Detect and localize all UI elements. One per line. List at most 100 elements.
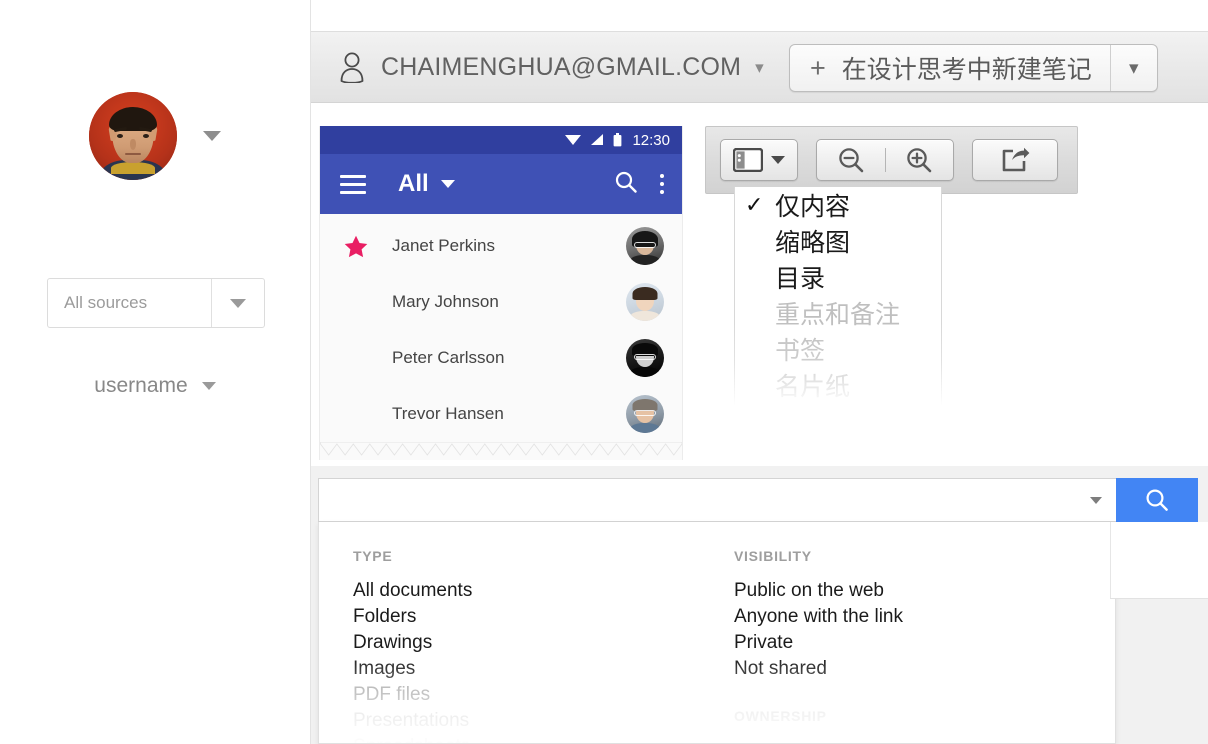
menu-item-label: 名片纸 [775, 373, 851, 401]
zoom-button-group [816, 139, 954, 181]
spock-avatar[interactable] [89, 92, 177, 180]
filter-item-pdf-files[interactable]: PDF files [353, 682, 734, 708]
checkmark-icon: ✓ [745, 192, 764, 217]
search-panel: TYPE All documents Folders Drawings Imag… [311, 466, 1208, 744]
table-row[interactable]: Mary Johnson [320, 274, 682, 330]
avatar-eye-left [117, 134, 123, 138]
menu-item-label: 书签 [775, 337, 826, 365]
android-contacts-card: 12:30 All Janet Perkins Mary Johnson Pet… [319, 126, 683, 460]
filter-item-all-documents[interactable]: All documents [353, 578, 734, 604]
star-icon[interactable] [320, 235, 392, 258]
battery-icon [613, 133, 622, 147]
person-icon [340, 52, 364, 83]
hamburger-menu-icon[interactable] [340, 170, 366, 199]
table-row[interactable]: Janet Perkins [320, 218, 682, 274]
caret-down-icon [771, 156, 785, 164]
app-canvas: All sources username CHAIMENGHUA@GMAIL.C… [0, 0, 1208, 744]
chevron-down-icon[interactable]: ▾ [755, 59, 764, 76]
caret-down-icon[interactable] [440, 180, 455, 188]
zoom-out-icon [838, 148, 864, 173]
menu-item-label: 仅内容 [775, 193, 851, 221]
share-icon [1002, 147, 1030, 172]
app-bar-title[interactable]: All [398, 170, 429, 198]
menu-item-contact-sheet: 名片纸 [735, 367, 941, 403]
account-header-bar: CHAIMENGHUA@GMAIL.COM ▾ + 在设计思考中新建笔记 ▾ [311, 31, 1208, 103]
zoom-in-button[interactable] [886, 140, 954, 180]
menu-item-thumbnails[interactable]: 缩略图 [735, 223, 941, 259]
search-field-wrapper[interactable] [318, 478, 1116, 522]
filter-item-images[interactable]: Images [353, 656, 734, 682]
share-button[interactable] [972, 139, 1058, 181]
avatar [626, 339, 664, 377]
menu-item-content-only[interactable]: ✓ 仅内容 [735, 187, 941, 223]
contact-name: Mary Johnson [392, 292, 499, 311]
all-sources-select[interactable]: All sources [47, 278, 265, 328]
menu-item-table-of-contents[interactable]: 目录 [735, 259, 941, 295]
filter-item-spreadsheets[interactable]: Spreadsheets [353, 734, 734, 743]
contact-name: Janet Perkins [392, 236, 495, 255]
status-time: 12:30 [632, 131, 670, 149]
search-button[interactable] [1116, 478, 1198, 522]
search-filters-dropdown: TYPE All documents Folders Drawings Imag… [318, 522, 1116, 744]
username-label: username [94, 374, 188, 397]
search-icon[interactable] [614, 170, 638, 199]
account-identity[interactable]: CHAIMENGHUA@GMAIL.COM ▾ [337, 51, 764, 83]
signal-icon [590, 134, 604, 146]
caret-down-icon[interactable] [203, 131, 221, 141]
filter-heading: VISIBILITY [734, 548, 812, 564]
table-row[interactable]: Trevor Hansen [320, 386, 682, 442]
filter-heading: TYPE [353, 548, 393, 564]
menu-item-label: 目录 [775, 265, 826, 293]
right-panel-divider [1110, 598, 1208, 599]
avatar-nose [130, 139, 136, 150]
android-app-bar: All [320, 154, 682, 214]
filter-item-folders[interactable]: Folders [353, 604, 734, 630]
filters-columns: TYPE All documents Folders Drawings Imag… [319, 522, 1115, 743]
table-row[interactable]: Peter Carlsson [320, 330, 682, 386]
menu-item-highlights-notes: 重点和备注 [735, 295, 941, 331]
caret-down-icon [201, 382, 216, 390]
search-icon [1146, 489, 1168, 511]
contact-name: Trevor Hansen [392, 404, 504, 423]
zoom-out-button[interactable] [817, 140, 885, 180]
search-row [318, 478, 1198, 522]
menu-item-bookmarks: 书签 [735, 331, 941, 367]
all-sources-value: All sources [64, 293, 148, 312]
filter-item-private[interactable]: Private [734, 630, 1115, 656]
avatar-eye-right [143, 134, 149, 138]
contact-list: Janet Perkins Mary Johnson Peter Carlsso… [320, 214, 682, 442]
account-email: CHAIMENGHUA@GMAIL.COM [381, 52, 742, 81]
avatar [626, 395, 664, 433]
new-note-button-main[interactable]: + 在设计思考中新建笔记 [790, 45, 1110, 91]
filter-item-drawings[interactable]: Drawings [353, 630, 734, 656]
filter-item-presentations[interactable]: Presentations [353, 708, 734, 734]
filter-column-visibility: VISIBILITY Public on the web Anyone with… [734, 548, 1115, 743]
plus-icon: + [810, 52, 826, 83]
caret-down-icon [230, 298, 246, 308]
mac-toolbar [705, 126, 1078, 194]
filter-item-anyone-with-the-link[interactable]: Anyone with the link [734, 604, 1115, 630]
username-dropdown[interactable]: username [0, 374, 310, 398]
avatar-row [0, 92, 310, 180]
filter-column-type: TYPE All documents Folders Drawings Imag… [353, 548, 734, 743]
new-note-button[interactable]: + 在设计思考中新建笔记 ▾ [789, 44, 1158, 92]
contact-name: Peter Carlsson [392, 348, 505, 367]
menu-item-label: 重点和备注 [775, 301, 901, 329]
menu-item-label: 缩略图 [775, 229, 851, 257]
left-rail: All sources username [0, 0, 310, 744]
new-note-dropdown-button[interactable]: ▾ [1109, 45, 1157, 91]
filter-heading-ownership: OWNERSHIP [734, 708, 827, 724]
avatar-mouth [125, 153, 141, 155]
avatar [626, 227, 664, 265]
torn-paper-edge [320, 442, 682, 456]
all-sources-dropdown-button[interactable] [211, 279, 264, 327]
android-status-bar: 12:30 [320, 126, 682, 154]
sidebar-view-button[interactable] [720, 139, 798, 181]
filter-item-not-shared[interactable]: Not shared [734, 656, 1115, 682]
filter-item-public-on-the-web[interactable]: Public on the web [734, 578, 1115, 604]
view-dropdown-menu: ✓ 仅内容 缩略图 目录 重点和备注 书签 名片纸 [734, 187, 942, 406]
caret-down-icon[interactable] [1090, 496, 1102, 504]
overflow-menu-icon[interactable] [660, 174, 664, 194]
new-note-label: 在设计思考中新建笔记 [841, 56, 1092, 84]
wifi-icon [565, 134, 582, 146]
